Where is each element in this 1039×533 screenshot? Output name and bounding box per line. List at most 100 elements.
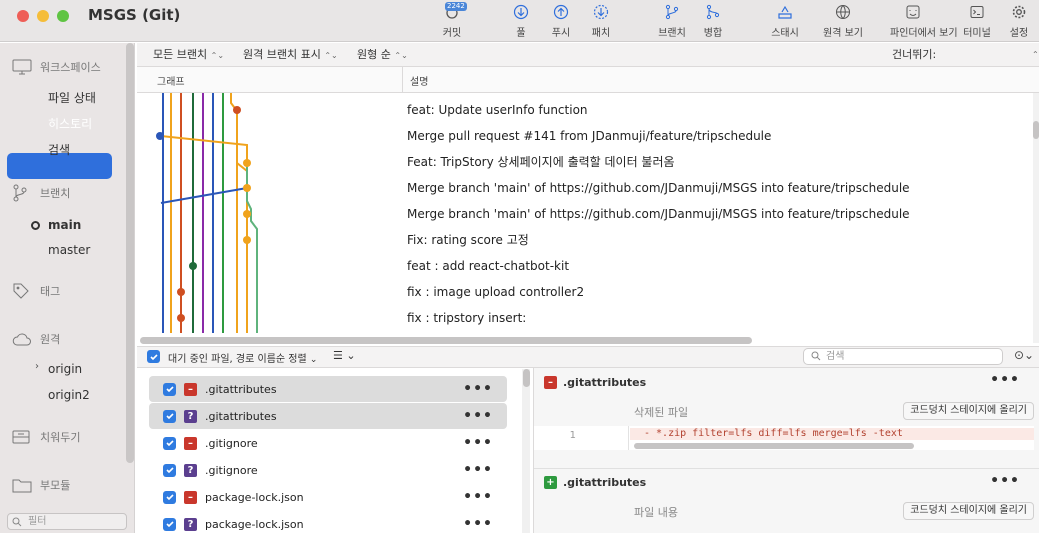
sidebar-section-tags[interactable]: 태그	[12, 281, 60, 301]
select-all-checkbox[interactable]	[147, 350, 160, 363]
file-row[interactable]: ? .gitignore •••	[149, 457, 507, 483]
commit-row[interactable]: Merge pull request #141 from JDanmuji/fe…	[407, 123, 771, 149]
file-more-button[interactable]: •••	[463, 516, 493, 532]
commit-row[interactable]: feat : add react-chatbot-kit	[407, 253, 569, 279]
more-options-icon[interactable]: ⊙⌄	[1014, 348, 1034, 362]
terminal-button[interactable]: 터미널	[954, 2, 1000, 39]
sidebar-item-history[interactable]: 히스토리	[48, 115, 92, 133]
diff-section-header: 파일 내용 코드덩치 스테이지에 올리기	[534, 500, 1034, 524]
file-more-button[interactable]: •••	[463, 408, 493, 424]
commit-row[interactable]: Feat: TripStory 상세페이지에 출력할 데이터 불러옴	[407, 149, 675, 175]
sidebar-remote-origin2[interactable]: origin2	[48, 386, 90, 404]
checkmark-icon	[165, 413, 174, 420]
commit-list-horizontal-scrollbar[interactable]	[140, 337, 752, 344]
checkmark-icon	[165, 521, 174, 528]
commit-row[interactable]: Merge branch 'main' of https://github.co…	[407, 175, 910, 201]
sidebar-item-file-status[interactable]: 파일 상태	[48, 89, 96, 107]
jump-to-label: 건너뛰기:	[892, 48, 937, 61]
sidebar-remote-origin[interactable]: origin	[48, 360, 82, 378]
file-row[interactable]: – package-lock.json •••	[149, 484, 507, 510]
minimize-window-button[interactable]	[37, 10, 49, 22]
diff-horizontal-scrollbar[interactable]	[634, 443, 914, 449]
stash-button[interactable]: 스태시	[762, 2, 808, 39]
file-row[interactable]: – .gitattributes •••	[149, 376, 507, 402]
fetch-icon	[593, 4, 609, 20]
untracked-status-icon: ?	[184, 517, 197, 531]
file-more-button[interactable]: •••	[463, 435, 493, 451]
sidebar-section-workspace[interactable]: 워크스페이스	[12, 57, 101, 77]
file-checkbox[interactable]	[163, 436, 176, 450]
diff-more-button[interactable]: •••	[990, 372, 1020, 388]
file-row[interactable]: – .gitignore •••	[149, 430, 507, 456]
commit-row[interactable]: Fix: rating score 고정	[407, 227, 529, 253]
file-search-input[interactable]: 검색	[803, 348, 1003, 365]
untracked-status-icon: ?	[184, 463, 197, 477]
merge-button[interactable]: 병합	[690, 2, 736, 39]
chevron-right-icon[interactable]: ›	[35, 361, 39, 372]
commit-row[interactable]: Merge branch 'main' of https://github.co…	[407, 201, 910, 227]
diff-file-header: + .gitattributes •••	[534, 468, 1039, 496]
commit-list[interactable]: feat: Update userInfo function Merge pul…	[137, 93, 1033, 333]
commit-list-scrollbar[interactable]	[1033, 93, 1039, 343]
file-more-button[interactable]: •••	[463, 462, 493, 478]
description-column-header[interactable]: 설명	[410, 73, 428, 88]
fetch-button[interactable]: 패치	[578, 2, 624, 39]
commit-row[interactable]: fix : tripstory insert:	[407, 305, 526, 331]
zoom-window-button[interactable]	[57, 10, 69, 22]
list-view-options-icon[interactable]: ☰ ⌄	[333, 349, 356, 362]
line-number: 1	[569, 430, 576, 441]
file-more-button[interactable]: •••	[463, 489, 493, 505]
file-row[interactable]: ? package-lock.json •••	[149, 511, 507, 533]
sidebar-scrollbar[interactable]	[126, 43, 134, 463]
added-status-icon: +	[544, 476, 557, 489]
file-checkbox[interactable]	[163, 382, 176, 396]
file-list-scroll-thumb[interactable]	[523, 369, 530, 387]
column-divider[interactable]	[402, 67, 403, 93]
settings-button[interactable]: 설정	[996, 2, 1039, 39]
remote-view-button[interactable]: 원격 보기	[820, 2, 866, 39]
commit-button[interactable]: 2242 커밋	[429, 2, 475, 39]
sidebar-section-stashes[interactable]: 치워두기	[12, 427, 80, 447]
file-checkbox[interactable]	[163, 517, 176, 531]
sidebar-branch-main[interactable]: main	[48, 216, 81, 234]
jump-to-dropdown-icon[interactable]: ⌃⌄	[1032, 43, 1039, 67]
stage-hunk-button[interactable]: 코드덩치 스테이지에 올리기	[903, 402, 1034, 420]
sidebar-section-remotes[interactable]: 원격	[12, 329, 60, 349]
sidebar-section-branches[interactable]: 브랜치	[12, 183, 70, 203]
deleted-status-icon: –	[184, 382, 197, 396]
diff-line: 1 - *.zip filter=lfs diff=lfs merge=lfs …	[534, 426, 1034, 450]
deleted-status-icon: –	[544, 375, 557, 389]
file-checkbox[interactable]	[163, 409, 176, 423]
sidebar-section-submodules[interactable]: 부모듈	[12, 475, 70, 495]
commit-row[interactable]: feat: Update userInfo function	[407, 97, 588, 123]
globe-icon	[836, 5, 850, 19]
file-checkbox[interactable]	[163, 490, 176, 504]
staged-file-list[interactable]: – .gitattributes ••• ? .gitattributes ••…	[137, 368, 529, 533]
file-row[interactable]: ? .gitattributes •••	[149, 403, 507, 429]
branch-icon	[13, 184, 27, 202]
stage-hunk-button[interactable]: 코드덩치 스테이지에 올리기	[903, 502, 1034, 520]
sidebar-item-search[interactable]: 검색	[48, 141, 70, 159]
diff-more-button[interactable]: •••	[990, 473, 1020, 489]
all-branches-dropdown[interactable]: 모든 브랜치 ⌃⌄	[153, 43, 224, 67]
sidebar-branch-master[interactable]: master	[48, 241, 90, 259]
title-bar: MSGS (Git) 2242 커밋 풀 푸시 패치 브랜치 병합 스태시 원격…	[0, 0, 1039, 42]
diff-file-header: – .gitattributes •••	[534, 368, 1039, 396]
file-more-button[interactable]: •••	[463, 381, 493, 397]
close-window-button[interactable]	[17, 10, 29, 22]
terminal-icon	[970, 6, 984, 18]
sidebar-filter-input[interactable]: 필터	[7, 513, 127, 530]
graph-column-header[interactable]: 그래프	[157, 73, 185, 88]
file-list-scrollbar[interactable]	[522, 369, 530, 533]
show-in-finder-button[interactable]: 파인더에서 보기	[890, 2, 958, 39]
stash-icon	[12, 430, 30, 444]
deleted-status-icon: –	[184, 490, 197, 504]
file-checkbox[interactable]	[163, 463, 176, 477]
sort-order-dropdown[interactable]: 원형 순 ⌃⌄	[357, 43, 408, 67]
staged-files-sort-dropdown[interactable]: 대기 중인 파일, 경로 이름순 정렬 ⌄	[168, 350, 317, 365]
tag-icon	[13, 283, 29, 299]
branch-button[interactable]: 브랜치	[649, 2, 695, 39]
commit-row[interactable]: fix : image upload controller2	[407, 279, 584, 305]
commit-count-badge: 2242	[445, 2, 467, 11]
show-remote-branches-dropdown[interactable]: 원격 브랜치 표시 ⌃⌄	[243, 43, 338, 67]
